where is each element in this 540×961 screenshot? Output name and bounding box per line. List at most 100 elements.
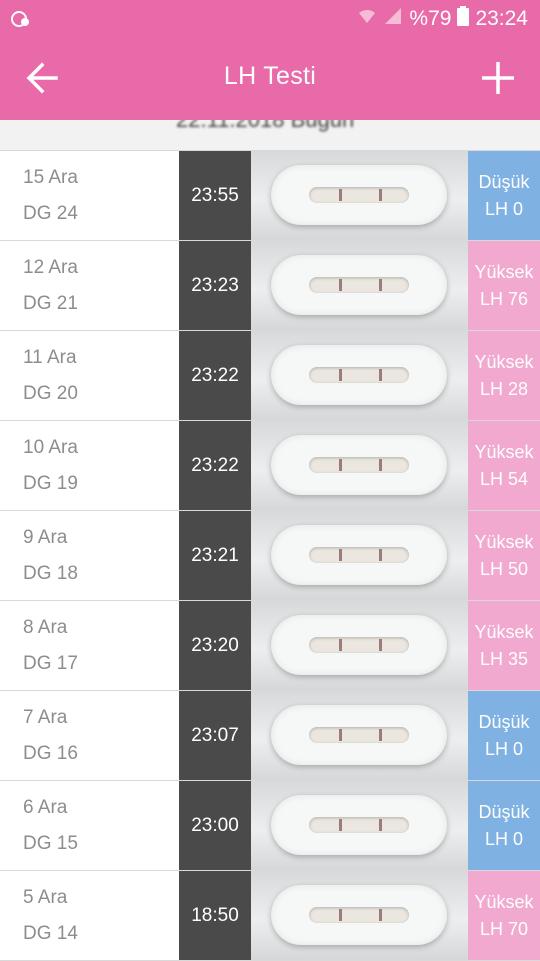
cycle-day: DG 14 — [23, 923, 78, 944]
cycle-day: DG 24 — [23, 203, 78, 224]
lh-value: LH 0 — [484, 198, 524, 219]
test-time: 23:07 — [179, 691, 251, 780]
notification-icon — [10, 8, 32, 30]
signal-icon — [383, 7, 403, 31]
lh-value: LH 76 — [479, 288, 529, 309]
test-photo — [251, 331, 468, 420]
test-strip-image — [271, 255, 447, 315]
test-list: 15 Ara DG 24 23:55 Düşük LH 0 12 Ara DG … — [0, 151, 540, 961]
test-time: 23:22 — [179, 421, 251, 510]
result-badge: Düşük LH 0 — [468, 151, 540, 240]
result-badge: Düşük LH 0 — [468, 691, 540, 780]
list-item[interactable]: 5 Ara DG 14 18:50 Yüksek LH 70 — [0, 871, 540, 961]
wifi-icon — [357, 7, 377, 31]
lh-value: LH 0 — [484, 738, 524, 759]
result-label: Düşük — [478, 171, 530, 192]
date-cell: 9 Ara DG 18 — [0, 511, 179, 600]
test-photo — [251, 511, 468, 600]
test-photo — [251, 601, 468, 690]
test-time: 23:20 — [179, 601, 251, 690]
add-test-button[interactable] — [474, 54, 522, 102]
date-cell: 7 Ara DG 16 — [0, 691, 179, 780]
lh-value: LH 50 — [479, 558, 529, 579]
test-strip-image — [271, 795, 447, 855]
date-cell: 12 Ara DG 21 — [0, 241, 179, 330]
plus-icon — [474, 62, 522, 106]
cycle-day: DG 18 — [23, 563, 78, 584]
result-label: Yüksek — [474, 261, 534, 282]
date-cell: 15 Ara DG 24 — [0, 151, 179, 240]
battery-icon — [457, 6, 470, 32]
result-label: Yüksek — [474, 621, 534, 642]
lh-value: LH 35 — [479, 648, 529, 669]
date-cell: 5 Ara DG 14 — [0, 871, 179, 960]
test-strip-image — [271, 165, 447, 225]
test-date: 10 Ara — [23, 437, 78, 458]
date-cell: 8 Ara DG 17 — [0, 601, 179, 690]
test-date: 12 Ara — [23, 257, 78, 278]
test-strip-image — [271, 885, 447, 945]
result-label: Düşük — [478, 801, 530, 822]
cycle-day: DG 20 — [23, 383, 78, 404]
test-photo — [251, 781, 468, 870]
result-badge: Yüksek LH 70 — [468, 871, 540, 960]
cycle-day: DG 19 — [23, 473, 78, 494]
page-title: LH Testi — [223, 62, 317, 90]
lh-value: LH 28 — [479, 378, 529, 399]
test-time: 23:55 — [179, 151, 251, 240]
list-item[interactable]: 9 Ara DG 18 23:21 Yüksek LH 50 — [0, 511, 540, 601]
status-time: 23:24 — [475, 7, 528, 30]
date-cell: 10 Ara DG 19 — [0, 421, 179, 510]
result-label: Yüksek — [474, 351, 534, 372]
result-label: Düşük — [478, 711, 530, 732]
date-subheader: 22.11.2018 Bugün — [0, 120, 540, 151]
test-strip-image — [271, 615, 447, 675]
test-date: 11 Ara — [23, 347, 77, 368]
cycle-day: DG 15 — [23, 833, 78, 854]
test-date: 6 Ara — [23, 797, 68, 818]
lh-value: LH 54 — [479, 468, 529, 489]
test-date: 5 Ara — [23, 887, 68, 908]
test-photo — [251, 691, 468, 780]
lh-value: LH 70 — [479, 918, 529, 939]
cycle-day: DG 21 — [23, 293, 78, 314]
test-date: 7 Ara — [23, 707, 68, 728]
arrow-left-icon — [18, 62, 66, 106]
test-time: 23:00 — [179, 781, 251, 870]
test-strip-image — [271, 525, 447, 585]
cycle-day: DG 16 — [23, 743, 78, 764]
list-item[interactable]: 15 Ara DG 24 23:55 Düşük LH 0 — [0, 151, 540, 241]
test-photo — [251, 241, 468, 330]
subheader-text: 22.11.2018 Bugün — [176, 120, 354, 133]
list-item[interactable]: 10 Ara DG 19 23:22 Yüksek LH 54 — [0, 421, 540, 511]
list-item[interactable]: 6 Ara DG 15 23:00 Düşük LH 0 — [0, 781, 540, 871]
result-label: Yüksek — [474, 531, 534, 552]
result-badge: Yüksek LH 76 — [468, 241, 540, 330]
test-time: 23:22 — [179, 331, 251, 420]
status-bar: %79 23:24 — [0, 0, 540, 38]
test-date: 15 Ara — [23, 167, 78, 188]
test-photo — [251, 421, 468, 510]
test-photo — [251, 151, 468, 240]
list-item[interactable]: 8 Ara DG 17 23:20 Yüksek LH 35 — [0, 601, 540, 691]
result-badge: Yüksek LH 54 — [468, 421, 540, 510]
list-item[interactable]: 7 Ara DG 16 23:07 Düşük LH 0 — [0, 691, 540, 781]
test-photo — [251, 871, 468, 960]
date-cell: 11 Ara DG 20 — [0, 331, 179, 420]
list-item[interactable]: 11 Ara DG 20 23:22 Yüksek LH 28 — [0, 331, 540, 421]
result-badge: Yüksek LH 35 — [468, 601, 540, 690]
test-time: 18:50 — [179, 871, 251, 960]
app-bar: LH Testi — [0, 38, 540, 120]
date-cell: 6 Ara DG 15 — [0, 781, 179, 870]
test-strip-image — [271, 345, 447, 405]
test-date: 8 Ara — [23, 617, 68, 638]
list-item[interactable]: 12 Ara DG 21 23:23 Yüksek LH 76 — [0, 241, 540, 331]
result-label: Yüksek — [474, 891, 534, 912]
cycle-day: DG 17 — [23, 653, 78, 674]
test-strip-image — [271, 705, 447, 765]
test-time: 23:23 — [179, 241, 251, 330]
battery-percent: %79 — [409, 7, 452, 30]
result-label: Yüksek — [474, 441, 534, 462]
test-time: 23:21 — [179, 511, 251, 600]
result-badge: Yüksek LH 50 — [468, 511, 540, 600]
